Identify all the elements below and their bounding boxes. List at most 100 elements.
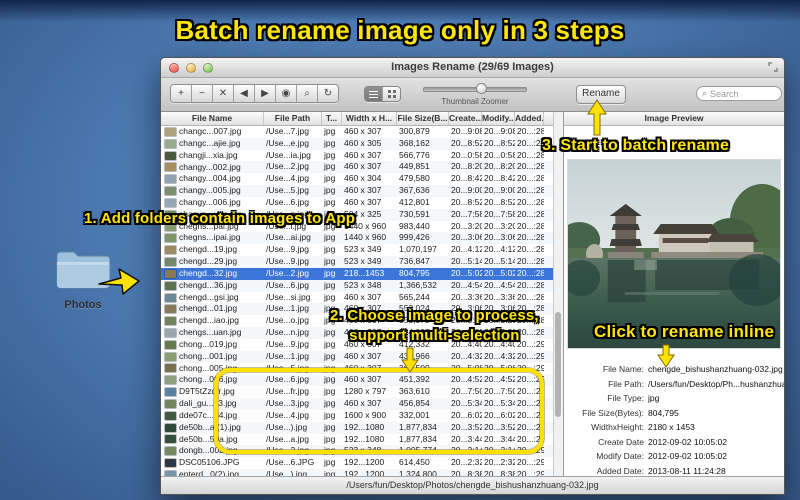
file-path-cell: /Use...ai.jpg bbox=[266, 232, 311, 243]
detail-label: Added Date: bbox=[596, 465, 644, 476]
table-row[interactable]: changji...xia.jpg/Use...ia.jpg jpg 460 x 3… bbox=[161, 150, 553, 162]
create-date-cell: 20...4:32 bbox=[451, 350, 482, 361]
file-name-cell: chengd...iao.jpg bbox=[161, 315, 264, 327]
table-row[interactable]: changy...006.jpg/Use...6.jpg jpg 460 x 307… bbox=[161, 197, 553, 209]
column-header-5[interactable]: Create... bbox=[449, 112, 482, 125]
file-name-cell: changy...002.jpg bbox=[161, 161, 264, 173]
preview-eye-button[interactable]: ◉ bbox=[276, 85, 297, 102]
fullscreen-icon[interactable] bbox=[768, 62, 778, 72]
file-name-text: chengd...36.jpg bbox=[179, 279, 238, 290]
grid-view-button[interactable] bbox=[382, 87, 400, 101]
file-name-text: chengd...iao.jpg bbox=[179, 315, 240, 326]
file-name-cell: chengd...01.jpg bbox=[161, 303, 264, 315]
added-date-cell: 20...:28 bbox=[517, 149, 544, 160]
multi-selection-highlight bbox=[214, 368, 544, 454]
search-field[interactable]: ⌕ Search bbox=[696, 86, 782, 101]
added-date-cell: 20...:28 bbox=[517, 173, 544, 184]
prev-button[interactable]: ◀ bbox=[234, 85, 255, 102]
traffic-lights bbox=[169, 63, 213, 73]
file-type-cell: jpg bbox=[324, 244, 336, 255]
file-thumbnail-icon bbox=[165, 293, 176, 302]
create-date-cell: 20...8:52 bbox=[451, 137, 482, 148]
file-name-cell: chong...019.jpg bbox=[161, 339, 264, 351]
file-name-cell: changy...006.jpg bbox=[161, 197, 264, 209]
table-row[interactable]: changy...005.jpg/Use...5.jpg jpg 460 x 307… bbox=[161, 185, 553, 197]
file-path-cell: /Use...2.jpg bbox=[266, 267, 309, 278]
search-icon: ⌕ bbox=[702, 88, 708, 98]
table-row[interactable]: chengd...32.jpg/Use...2.jpg jpg 218...1453… bbox=[161, 267, 553, 280]
file-name-cell: changc...007.jpg bbox=[161, 126, 264, 138]
file-type-cell: jpg bbox=[324, 350, 336, 361]
window-titlebar[interactable]: Images Rename (29/69 Images) bbox=[161, 58, 784, 78]
step1-folder-arrow-icon bbox=[98, 268, 140, 295]
scrollbar-thumb[interactable] bbox=[555, 312, 561, 417]
table-row[interactable]: chong...001.jpg/Use...1.jpg jpg 460 x 307 4… bbox=[161, 350, 553, 363]
table-row[interactable]: chengd...36.jpg/Use...6.jpg jpg 523 x 348 1… bbox=[161, 279, 553, 292]
column-header-1[interactable]: File Path bbox=[264, 112, 322, 125]
create-date-cell: 20...8:52 bbox=[451, 196, 482, 207]
table-row[interactable]: changy...002.jpg/Use...2.jpg jpg 460 x 307… bbox=[161, 161, 553, 174]
column-header-6[interactable]: Modify... bbox=[482, 112, 515, 125]
file-thumbnail-icon bbox=[165, 399, 176, 408]
file-name-text: chengd...19.jpg bbox=[179, 244, 238, 255]
column-header-4[interactable]: File Size(B... bbox=[397, 112, 449, 125]
detail-label: File Path: bbox=[608, 378, 644, 389]
table-scrollbar[interactable] bbox=[553, 112, 563, 476]
file-path-cell: /Use...).jpg bbox=[266, 469, 308, 476]
create-date-cell: 20...3:20 bbox=[451, 220, 482, 231]
magnify-button[interactable]: ⌕ bbox=[297, 85, 318, 102]
table-row[interactable]: changy...004.jpg/Use...4.jpg jpg 460 x 304… bbox=[161, 173, 553, 185]
added-date-cell: 20...:29 bbox=[517, 350, 544, 361]
table-row[interactable]: chengd...gsi.jpg/Use...si.jpg jpg 460 x 30… bbox=[161, 292, 553, 304]
file-thumbnail-icon bbox=[165, 258, 176, 267]
table-row[interactable]: changc...007.jpg/Use...7.jpg jpg 460 x 307… bbox=[161, 126, 553, 138]
table-row[interactable]: chengd...29.jpg/Use...9.jpg jpg 523 x 349 7… bbox=[161, 256, 553, 268]
file-type-cell: jpg bbox=[324, 173, 336, 184]
zoomer-slider-knob[interactable] bbox=[476, 83, 487, 94]
column-header-2[interactable]: T... bbox=[322, 112, 342, 125]
file-name-text: changc...007.jpg bbox=[179, 126, 242, 137]
create-date-cell: 20...4:54 bbox=[451, 279, 482, 290]
table-row[interactable]: chegns...ipai.jpg/Use...ai.jpg jpg 1440 x … bbox=[161, 232, 553, 245]
file-thumbnail-icon bbox=[165, 187, 176, 196]
file-path-cell: /Use...ia.jpg bbox=[266, 149, 311, 160]
added-date-cell: 20...:28 bbox=[517, 137, 544, 148]
next-button[interactable]: ▶ bbox=[255, 85, 276, 102]
column-header-7[interactable]: Added... bbox=[515, 112, 544, 125]
file-thumbnail-icon bbox=[165, 281, 176, 290]
minimize-window-button[interactable] bbox=[186, 63, 196, 73]
add-button[interactable]: + bbox=[171, 85, 192, 102]
detail-value-6: 2012-09-02 10:05:02 bbox=[648, 451, 727, 462]
annotation-step1: 1. Add folders contain images to App bbox=[84, 210, 356, 227]
list-view-button[interactable] bbox=[365, 87, 382, 101]
detail-row: File Size(Bytes): 804,795 bbox=[564, 406, 784, 421]
file-thumbnail-icon bbox=[165, 447, 176, 456]
zoomer-slider[interactable] bbox=[423, 83, 527, 94]
file-thumbnail-icon bbox=[165, 470, 176, 476]
file-thumbnail-icon bbox=[165, 151, 176, 160]
file-size-cell: 368,162 bbox=[399, 137, 430, 148]
column-header-0[interactable]: File Name bbox=[161, 112, 264, 125]
added-date-cell: 20...:28 bbox=[517, 279, 544, 290]
file-name-cell: chengd...36.jpg bbox=[161, 280, 264, 292]
table-row[interactable]: chengd...19.jpg/Use...9.jpg jpg 523 x 349 1… bbox=[161, 244, 553, 256]
column-header-3[interactable]: Width x H... bbox=[342, 112, 397, 125]
dimensions-cell: 523 x 348 bbox=[344, 279, 382, 290]
clear-button[interactable]: ✕ bbox=[213, 85, 234, 102]
close-window-button[interactable] bbox=[169, 63, 179, 73]
detail-row: File Path: /Users/fun/Desktop/Ph...hushan… bbox=[564, 377, 784, 392]
file-name-text: changji...xia.jpg bbox=[179, 149, 238, 160]
file-size-cell: 449,851 bbox=[399, 161, 430, 172]
file-path-cell: /Use...9.jpg bbox=[266, 244, 309, 255]
file-name-cell: chengd...29.jpg bbox=[161, 256, 264, 268]
file-thumbnail-icon bbox=[165, 411, 176, 420]
table-row[interactable]: changc...ajie.jpg/Use...e.jpg jpg 460 x 30… bbox=[161, 137, 553, 150]
modify-date-cell: 20...9:08 bbox=[484, 126, 515, 136]
remove-button[interactable]: − bbox=[192, 85, 213, 102]
zoom-window-button[interactable] bbox=[203, 63, 213, 73]
file-name-text: chengd...gsi.jpg bbox=[179, 291, 239, 302]
table-row[interactable]: DSC05106.JPG/Use...6.JPG jpg 192...1200 614… bbox=[161, 457, 553, 469]
file-type-cell: jpg bbox=[324, 279, 336, 290]
table-row[interactable]: enterd...0(2).jpg/Use...).jpg jpg 192...12… bbox=[161, 469, 553, 476]
refresh-button[interactable]: ↻ bbox=[318, 85, 338, 102]
